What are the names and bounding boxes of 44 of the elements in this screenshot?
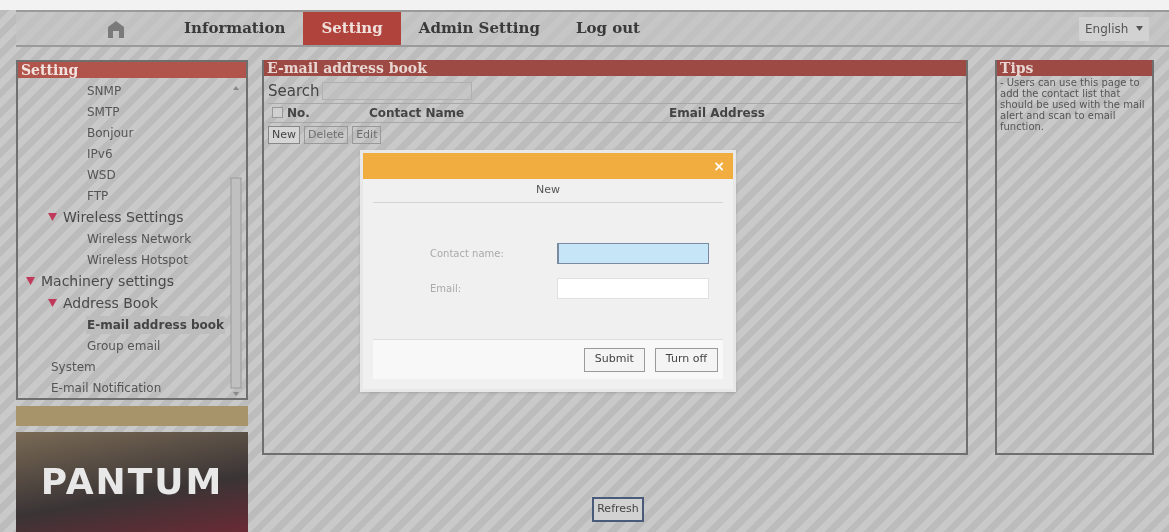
panel-title: Setting (18, 62, 246, 78)
tree-item[interactable]: WSD (86, 165, 117, 184)
nav-tab[interactable]: Information (166, 12, 304, 45)
tree-item[interactable]: IPv6 (86, 144, 114, 163)
caret-icon (48, 299, 57, 307)
house-icon (106, 18, 126, 39)
dropdown-caret-icon (1136, 26, 1143, 31)
tree-item[interactable]: Group email (86, 336, 162, 355)
nav-tab[interactable]: Admin Setting (400, 12, 558, 45)
tree-item[interactable]: System (50, 357, 97, 376)
panel-title: E-mail address book (264, 60, 966, 76)
tree-item[interactable]: E-mail Notification (50, 378, 163, 397)
nav-tab[interactable]: Setting (303, 12, 401, 45)
caret-icon (26, 277, 35, 285)
input-field[interactable] (557, 243, 709, 264)
panel-title: Tips (997, 60, 1152, 76)
dialog-button[interactable]: Turn off (654, 347, 718, 372)
tree-toggle[interactable]: Address Book (48, 292, 159, 314)
refresh-button[interactable]: Refresh (592, 497, 644, 522)
field-label: Contact name: (430, 247, 505, 261)
tree-item[interactable]: FTP (86, 186, 110, 205)
caret-icon (48, 213, 57, 221)
search-label: Search (268, 81, 320, 102)
tree-toggle[interactable]: Wireless Settings (48, 206, 184, 228)
search-field[interactable] (321, 82, 472, 101)
column-header: Contact Name (369, 104, 466, 122)
tree-toggle[interactable]: Machinery settings (26, 270, 174, 292)
dialog-title: New (373, 179, 723, 203)
tree-item[interactable]: Wireless Network (86, 229, 193, 248)
tree-item[interactable]: SMTP (86, 102, 121, 121)
toolbar-button[interactable]: New (268, 125, 300, 144)
tree-item[interactable]: Bonjour (86, 123, 135, 142)
language-select[interactable]: English (1079, 16, 1149, 41)
logo-text: PANTUM (40, 460, 224, 504)
nav-tab[interactable]: Log out (557, 12, 658, 45)
tree-item[interactable]: E-mail address book (86, 315, 226, 334)
dialog-button[interactable]: Submit (583, 347, 645, 372)
tree-item[interactable]: SNMP (86, 81, 123, 100)
tree-item[interactable]: Wireless Hotspot (86, 250, 189, 269)
column-header: Email Address (669, 104, 765, 122)
tips-text: - Users can use this page to add the contact list that should be used with the mail alert and scan to email function. (999, 76, 1146, 132)
column-header: No. (287, 104, 311, 122)
field-label: Email: (430, 282, 463, 296)
checkbox[interactable] (272, 107, 283, 118)
